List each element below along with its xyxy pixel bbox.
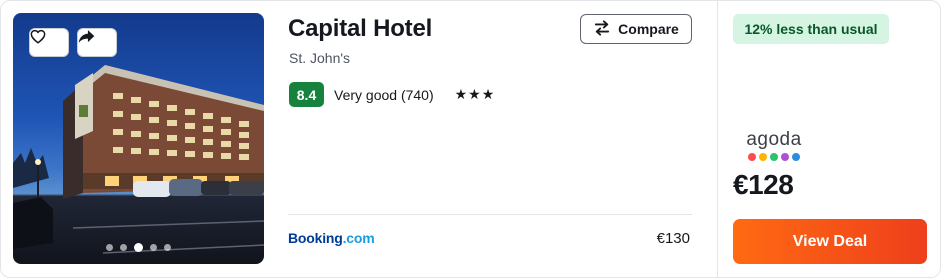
rating-row: 8.4 Very good (740) ★★★ bbox=[289, 82, 495, 107]
compare-arrows-icon bbox=[593, 19, 611, 39]
compare-label: Compare bbox=[618, 21, 679, 37]
deal-badge: 12% less than usual bbox=[733, 14, 889, 44]
hotel-photo[interactable] bbox=[13, 13, 264, 264]
hotel-name[interactable]: Capital Hotel bbox=[288, 15, 432, 43]
column-divider bbox=[717, 1, 718, 277]
share-button[interactable] bbox=[77, 28, 117, 57]
agoda-logo-dot bbox=[770, 153, 778, 161]
carousel-dot[interactable] bbox=[134, 243, 143, 252]
agoda-logo: agoda bbox=[742, 130, 806, 161]
carousel-dot[interactable] bbox=[120, 244, 127, 251]
provider-price[interactable]: €130 bbox=[657, 230, 690, 247]
carousel-dot[interactable] bbox=[106, 244, 113, 251]
agoda-logo-dots bbox=[742, 153, 806, 161]
provider-logo-booking[interactable]: Booking.com bbox=[288, 230, 375, 246]
rating-score-badge: 8.4 bbox=[289, 82, 324, 107]
view-deal-button[interactable]: View Deal bbox=[733, 219, 927, 264]
provider-name: Booking bbox=[288, 230, 343, 246]
carousel-dot[interactable] bbox=[150, 244, 157, 251]
agoda-logo-dot bbox=[792, 153, 800, 161]
deal-price: €128 bbox=[733, 169, 794, 200]
agoda-logo-dot bbox=[748, 153, 756, 161]
hotel-result-card[interactable]: Capital Hotel St. John's Compare 8.4 Ver… bbox=[0, 0, 941, 278]
star-rating: ★★★ bbox=[454, 86, 496, 102]
carousel-dot[interactable] bbox=[164, 244, 171, 251]
compare-button[interactable]: Compare bbox=[580, 14, 692, 44]
agoda-logo-dot bbox=[759, 153, 767, 161]
hotel-location: St. John's bbox=[289, 50, 351, 66]
rating-text[interactable]: Very good (740) bbox=[334, 87, 434, 103]
photo-carousel-dots bbox=[13, 243, 264, 252]
agoda-logo-dot bbox=[781, 153, 789, 161]
divider bbox=[288, 214, 692, 215]
agoda-wordmark: agoda bbox=[746, 129, 802, 150]
provider-name-suffix: .com bbox=[342, 230, 375, 246]
favorite-button[interactable] bbox=[29, 28, 69, 57]
